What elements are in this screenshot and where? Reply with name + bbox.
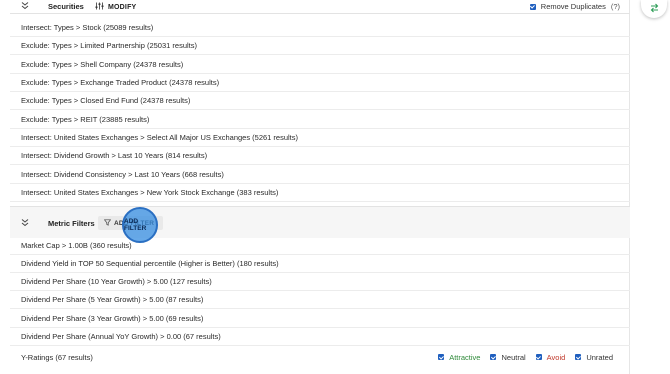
metric-filter-row[interactable]: Dividend Yield in TOP 50 Sequential perc…: [10, 255, 630, 273]
securities-title: Securities: [48, 2, 84, 11]
neutral-label: Neutral: [501, 352, 526, 362]
screen-panel: Securities MODIFY Remove Duplicates (?) …: [10, 0, 630, 374]
unrated-label: Unrated: [586, 352, 613, 362]
securities-header: Securities MODIFY Remove Duplicates (?): [10, 0, 630, 14]
securities-filter-row[interactable]: Exclude: Types > Exchange Traded Product…: [10, 74, 630, 92]
modify-button[interactable]: MODIFY: [95, 2, 136, 12]
securities-filter-row[interactable]: Intersect: United States Exchanges > New…: [10, 184, 630, 202]
rating-option-avoid[interactable]: Avoid: [535, 352, 566, 362]
sliders-icon: [95, 2, 104, 12]
metric-filters-header: Metric Filters ADD FILTER: [10, 206, 630, 238]
collapse-chevron-icon[interactable]: [20, 1, 30, 11]
securities-filter-row[interactable]: Intersect: United States Exchanges > Sel…: [10, 129, 630, 147]
modify-label: MODIFY: [108, 3, 137, 11]
securities-filter-row[interactable]: Exclude: Types > Shell Company (24378 re…: [10, 56, 630, 74]
avoid-checkbox[interactable]: [535, 354, 542, 360]
securities-filter-row[interactable]: Intersect: Dividend Consistency > Last 1…: [10, 166, 630, 184]
remove-duplicates-toggle[interactable]: Remove Duplicates (?): [529, 2, 620, 11]
securities-filter-row[interactable]: Exclude: Types > Limited Partnership (25…: [10, 37, 630, 55]
help-icon[interactable]: (?): [611, 2, 620, 11]
swap-arrows-icon: [649, 3, 660, 15]
y-ratings-options: Attractive Neutral Avoid Unrated: [438, 348, 613, 366]
swap-fab-button[interactable]: [641, 0, 667, 18]
metric-filters-title: Metric Filters: [48, 219, 95, 228]
rating-option-neutral[interactable]: Neutral: [490, 352, 526, 362]
securities-filter-row[interactable]: Intersect: Dividend Growth > Last 10 Yea…: [10, 147, 630, 165]
unrated-checkbox[interactable]: [575, 354, 582, 360]
remove-duplicates-label: Remove Duplicates: [540, 2, 606, 11]
metric-filter-row[interactable]: Market Cap > 1.00B (360 results): [10, 237, 630, 255]
attractive-checkbox[interactable]: [438, 354, 445, 360]
remove-duplicates-checkbox[interactable]: [529, 3, 536, 10]
securities-filter-row[interactable]: Exclude: Types > REIT (23885 results): [10, 111, 630, 129]
y-ratings-label: Y-Ratings (67 results): [21, 352, 93, 362]
metric-filter-row[interactable]: Dividend Per Share (Annual YoY Growth) >…: [10, 328, 630, 346]
metric-filter-row[interactable]: Dividend Per Share (5 Year Growth) > 5.0…: [10, 291, 630, 309]
securities-filter-row[interactable]: Exclude: Types > Closed End Fund (24378 …: [10, 92, 630, 110]
metric-filter-row[interactable]: Dividend Per Share (3 Year Growth) > 5.0…: [10, 310, 630, 328]
click-indicator-label: ADD FILTER: [124, 218, 147, 232]
neutral-checkbox[interactable]: [490, 354, 497, 360]
metric-collapse-chevron-icon[interactable]: [20, 218, 30, 228]
metric-filter-row[interactable]: Dividend Per Share (10 Year Growth) > 5.…: [10, 273, 630, 291]
avoid-label: Avoid: [546, 352, 566, 362]
rating-option-unrated[interactable]: Unrated: [575, 353, 613, 362]
filter-funnel-icon: [103, 218, 112, 228]
attractive-label: Attractive: [449, 352, 481, 362]
rating-option-attractive[interactable]: Attractive: [438, 353, 480, 362]
securities-filter-row[interactable]: Intersect: Types > Stock (25089 results): [10, 19, 630, 37]
